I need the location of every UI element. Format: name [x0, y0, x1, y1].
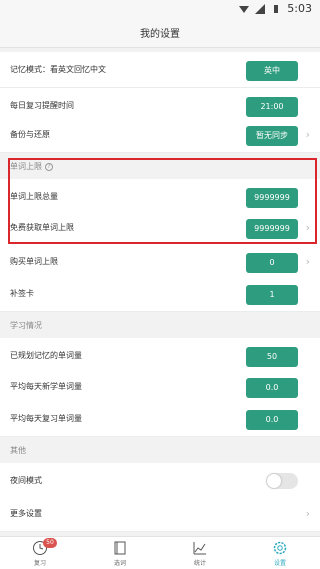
daily-reminder-button[interactable]: 21:00 [246, 97, 298, 117]
status-bar: 5:03 [0, 0, 320, 18]
chevron-right-icon: › [305, 128, 310, 141]
setting-row-avg-new-words: 平均每天新学单词量 0.0 [0, 369, 320, 405]
tab-select-words[interactable]: 选词 [80, 537, 160, 569]
makeup-card-label: 补签卡 [10, 289, 34, 298]
more-settings-label: 更多设置 [10, 509, 42, 518]
setting-row-buy-word-limit[interactable]: 购买单词上限 0 › [0, 244, 320, 280]
review-badge: 50 [43, 538, 57, 548]
buy-word-limit-button[interactable]: 0 [246, 253, 298, 273]
toggle-knob [267, 474, 281, 488]
signal-icon [255, 3, 266, 14]
chevron-right-icon: › [305, 507, 310, 520]
setting-row-avg-review-words: 平均每天复习单词量 0.0 [0, 401, 320, 437]
setting-row-more-settings[interactable]: 更多设置 › [0, 496, 320, 532]
page-title: 我的设置 [140, 29, 180, 40]
tab-review-label: 复习 [33, 560, 46, 567]
chevron-right-icon: › [305, 255, 310, 268]
tab-settings[interactable]: 设置 [240, 537, 320, 569]
avg-new-words-value: 0.0 [246, 378, 298, 398]
planned-words-value: 50 [246, 347, 298, 367]
avg-review-words-value: 0.0 [246, 410, 298, 430]
section-other: 其他 [0, 439, 320, 463]
tab-review[interactable]: 50 复习 [0, 537, 80, 569]
battery-icon [274, 4, 279, 13]
section-study-status-label: 学习情况 [10, 321, 42, 330]
avg-review-words-label: 平均每天复习单词量 [10, 414, 82, 423]
chart-icon [193, 542, 206, 555]
night-mode-label: 夜间模式 [10, 476, 42, 485]
buy-word-limit-label: 购买单词上限 [10, 257, 58, 266]
memory-mode-button[interactable]: 英中 [246, 61, 298, 81]
tab-statistics-label: 统计 [193, 560, 206, 567]
status-icons: 5:03 [239, 2, 312, 15]
setting-row-memory-mode[interactable]: 记忆模式：看英文回忆中文 英中 [0, 52, 320, 88]
memory-mode-label: 记忆模式：看英文回忆中文 [10, 65, 106, 74]
section-other-label: 其他 [10, 446, 26, 455]
setting-row-backup[interactable]: 备份与还原 暂无同步 › [0, 117, 320, 153]
avg-new-words-label: 平均每天新学单词量 [10, 382, 82, 391]
book-icon [114, 541, 126, 555]
backup-button[interactable]: 暂无同步 [246, 126, 298, 146]
status-time: 5:03 [287, 2, 312, 15]
wifi-icon [239, 5, 250, 13]
backup-label: 备份与还原 [10, 130, 50, 139]
tab-select-words-label: 选词 [113, 560, 126, 567]
setting-row-night-mode[interactable]: 夜间模式 [0, 463, 320, 499]
tab-bar: 50 复习 选词 统计 设置 [0, 536, 320, 569]
tab-statistics[interactable]: 统计 [160, 537, 240, 569]
makeup-card-button[interactable]: 1 [246, 285, 298, 305]
highlight-box [8, 158, 317, 244]
header: 我的设置 [0, 18, 320, 48]
gear-icon [273, 541, 287, 555]
section-study-status: 学习情况 [0, 314, 320, 338]
night-mode-toggle[interactable] [266, 473, 298, 489]
setting-row-makeup-card[interactable]: 补签卡 1 [0, 276, 320, 312]
tab-settings-label: 设置 [273, 560, 286, 567]
